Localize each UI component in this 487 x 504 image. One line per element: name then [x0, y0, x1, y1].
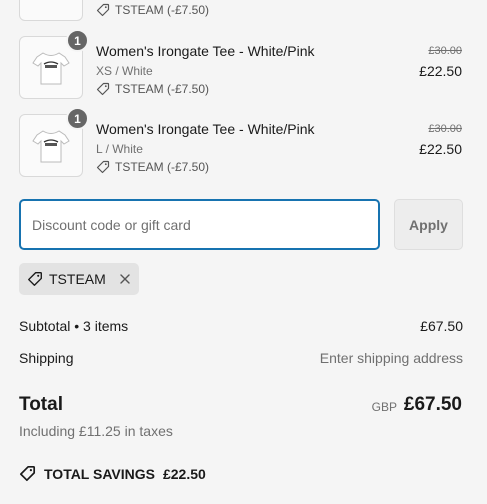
- taxes-note: Including £11.25 in taxes: [19, 423, 173, 439]
- line-item: TSTEAM (-£7.50): [0, 0, 487, 25]
- order-summary: TSTEAM (-£7.50) 1 Women's Irongate Tee -…: [0, 0, 487, 504]
- shipping-value: Enter shipping address: [319, 350, 463, 366]
- savings-value: £22.50: [162, 465, 206, 482]
- total-label: Total: [19, 394, 63, 415]
- tag-icon: [28, 272, 42, 286]
- quantity-badge: 1: [66, 107, 89, 130]
- subtotal-row: Subtotal • 3 items £67.50: [19, 318, 463, 334]
- sale-price: £22.50: [419, 141, 462, 157]
- tag-icon: [96, 3, 110, 17]
- savings-label: TOTAL SAVINGS: [44, 465, 155, 482]
- shipping-label: Shipping: [19, 350, 74, 366]
- tag-icon: [96, 82, 110, 96]
- subtotal-value: £67.50: [420, 318, 463, 334]
- tshirt-icon: [32, 51, 70, 84]
- item-discount-label: TSTEAM (-£7.50): [115, 82, 210, 96]
- total-amount: £67.50: [403, 394, 462, 415]
- original-price: £30.00: [428, 45, 462, 57]
- tag-icon: [19, 465, 36, 482]
- sale-price: £22.50: [419, 63, 462, 79]
- discount-code-input[interactable]: [19, 199, 380, 250]
- close-icon[interactable]: [119, 273, 131, 285]
- subtotal-label: Subtotal • 3 items: [19, 318, 129, 334]
- original-price: £30.00: [428, 123, 462, 135]
- total-savings: TOTAL SAVINGS £22.50: [19, 465, 206, 482]
- item-title: Women's Irongate Tee - White/Pink: [96, 121, 315, 137]
- remove-discount-button[interactable]: [119, 273, 131, 285]
- item-discount: TSTEAM (-£7.50): [96, 3, 209, 17]
- item-discount: TSTEAM (-£7.50): [96, 82, 209, 96]
- item-variant: XS / White: [96, 64, 153, 78]
- item-variant: L / White: [96, 142, 143, 156]
- line-item: 1 Women's Irongate Tee - White/Pink XS /…: [0, 29, 487, 100]
- apply-button[interactable]: Apply: [394, 199, 463, 250]
- tshirt-icon: [32, 129, 70, 162]
- product-thumbnail: [19, 0, 83, 21]
- quantity-badge: 1: [66, 29, 89, 52]
- applied-code-label: TSTEAM: [49, 271, 106, 287]
- line-item: 1 Women's Irongate Tee - White/Pink L / …: [0, 107, 487, 178]
- shipping-row: Shipping Enter shipping address: [19, 350, 463, 366]
- item-title: Women's Irongate Tee - White/Pink: [96, 43, 315, 59]
- item-discount-label: TSTEAM (-£7.50): [115, 160, 210, 174]
- item-discount: TSTEAM (-£7.50): [96, 160, 209, 174]
- currency-code: GBP: [371, 400, 397, 414]
- applied-discount-chip: TSTEAM: [19, 263, 139, 295]
- tag-icon: [96, 160, 110, 174]
- item-discount-label: TSTEAM (-£7.50): [115, 3, 210, 17]
